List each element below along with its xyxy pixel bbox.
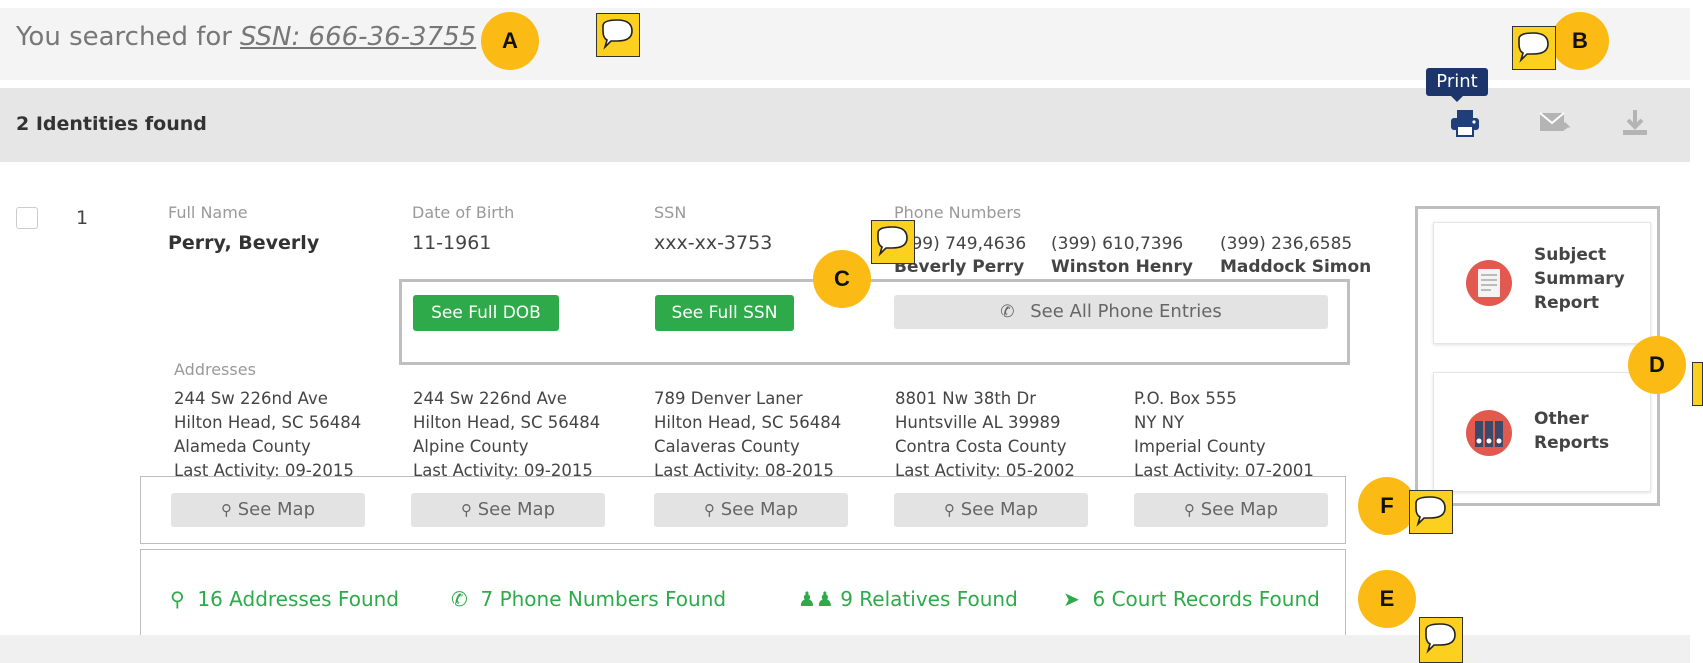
record-number: 1: [76, 207, 89, 229]
see-map-label: See Map: [237, 499, 316, 520]
search-summary: You searched for SSN: 666-36-3755: [16, 22, 476, 52]
address-city: NY NY: [1134, 413, 1185, 432]
phone-numbers-found-label: 7 Phone Numbers Found: [480, 587, 727, 611]
comment-bubble-icon[interactable]: [1409, 490, 1453, 534]
address-county: Alpine County: [413, 437, 529, 456]
see-all-phone-entries-label: See All Phone Entries: [1030, 301, 1222, 322]
see-map-button[interactable]: ⚲ See Map: [1134, 493, 1328, 527]
map-pin-icon: ⚲: [943, 501, 955, 519]
relatives-found-link[interactable]: ♟♟ 9 Relatives Found: [798, 587, 1018, 611]
report-document-icon: [1465, 259, 1513, 311]
search-query-link[interactable]: SSN: 666-36-3755: [240, 22, 476, 52]
see-full-ssn-button[interactable]: See Full SSN: [655, 295, 794, 331]
binders-icon: [1465, 409, 1513, 461]
record-checkbox[interactable]: [16, 207, 38, 229]
phone-owner-name: Winston Henry: [1051, 257, 1193, 277]
address-county: Imperial County: [1134, 437, 1266, 456]
ssn-label: SSN: [654, 203, 687, 222]
subject-summary-report-card[interactable]: Subject Summary Report: [1433, 222, 1651, 344]
address-street: 8801 Nw 38th Dr: [895, 389, 1036, 408]
report-label-line: Report: [1534, 293, 1599, 313]
address-city: Hilton Head, SC 56484: [413, 413, 601, 432]
address-city: Hilton Head, SC 56484: [174, 413, 362, 432]
address-card: P.O. Box 555 NY NY Imperial County Last …: [1134, 387, 1314, 483]
address-county: Contra Costa County: [895, 437, 1067, 456]
addresses-found-link[interactable]: ⚲ 16 Addresses Found: [170, 587, 399, 611]
phone-numbers-found-link[interactable]: ✆ 7 Phone Numbers Found: [451, 587, 726, 611]
annotation-marker-d: D: [1628, 336, 1686, 394]
map-pin-icon: ⚲: [220, 501, 232, 519]
see-map-label: See Map: [720, 499, 799, 520]
ssn-value: xxx-xx-3753: [654, 232, 773, 254]
map-pin-icon: ⚲: [1183, 501, 1195, 519]
address-city: Huntsville AL 39989: [895, 413, 1061, 432]
dob-label: Date of Birth: [412, 203, 515, 222]
email-icon[interactable]: [1539, 110, 1571, 142]
dob-value: 11-1961: [412, 232, 492, 254]
people-icon: ♟♟: [798, 587, 834, 611]
search-prefix: You searched for: [16, 22, 232, 52]
comment-bubble-icon[interactable]: [871, 220, 915, 264]
see-map-label: See Map: [960, 499, 1039, 520]
annotation-marker-a: A: [481, 12, 539, 70]
gavel-icon: ➤: [1063, 587, 1080, 611]
address-card: 244 Sw 226nd Ave Hilton Head, SC 56484 A…: [413, 387, 600, 483]
comment-bubble-icon[interactable]: [1512, 26, 1556, 70]
printer-icon[interactable]: [1449, 108, 1481, 142]
see-map-button[interactable]: ⚲ See Map: [654, 493, 848, 527]
full-name-label: Full Name: [168, 203, 248, 222]
subject-summary-report-label: Subject Summary Report: [1534, 243, 1625, 315]
download-icon[interactable]: [1620, 108, 1650, 142]
phone-owner-name: Maddock Simon: [1220, 257, 1372, 277]
address-card: 789 Denver Laner Hilton Head, SC 56484 C…: [654, 387, 841, 483]
report-label-line: Subject: [1534, 245, 1607, 265]
see-map-button[interactable]: ⚲ See Map: [171, 493, 365, 527]
addresses-found-label: 16 Addresses Found: [197, 587, 399, 611]
report-label-line: Other: [1534, 409, 1589, 429]
other-reports-card[interactable]: Other Reports: [1433, 372, 1651, 492]
see-map-button[interactable]: ⚲ See Map: [411, 493, 605, 527]
address-card: 244 Sw 226nd Ave Hilton Head, SC 56484 A…: [174, 387, 361, 483]
address-street: 244 Sw 226nd Ave: [413, 389, 567, 408]
address-card: 8801 Nw 38th Dr Huntsville AL 39989 Cont…: [895, 387, 1075, 483]
see-map-label: See Map: [477, 499, 556, 520]
relatives-found-label: 9 Relatives Found: [840, 587, 1018, 611]
full-name-value: Perry, Beverly: [168, 232, 320, 254]
see-all-phone-entries-button[interactable]: ✆ See All Phone Entries: [894, 295, 1328, 329]
address-street: P.O. Box 555: [1134, 389, 1237, 408]
annotation-marker-e: E: [1358, 570, 1416, 628]
addresses-label: Addresses: [174, 360, 256, 379]
address-street: 789 Denver Laner: [654, 389, 803, 408]
address-county: Calaveras County: [654, 437, 800, 456]
annotation-marker-f: F: [1358, 477, 1416, 535]
phone-number: (399) 610,7396: [1051, 234, 1184, 254]
report-label-line: Summary: [1534, 269, 1625, 289]
address-city: Hilton Head, SC 56484: [654, 413, 842, 432]
court-records-found-label: 6 Court Records Found: [1092, 587, 1320, 611]
comment-bubble-icon[interactable]: [596, 13, 640, 57]
see-map-label: See Map: [1200, 499, 1279, 520]
court-records-found-link[interactable]: ➤ 6 Court Records Found: [1063, 587, 1320, 611]
map-pin-icon: ⚲: [170, 587, 185, 611]
address-county: Alameda County: [174, 437, 311, 456]
see-full-dob-button[interactable]: See Full DOB: [413, 295, 559, 331]
annotation-marker-c: C: [813, 250, 871, 308]
phone-number: (399) 236,6585: [1220, 234, 1353, 254]
report-label-line: Reports: [1534, 433, 1610, 453]
results-count: 2 Identities found: [16, 113, 207, 135]
comment-bubble-icon[interactable]: [1692, 362, 1703, 406]
annotation-marker-b: B: [1551, 12, 1609, 70]
other-reports-label: Other Reports: [1534, 407, 1609, 455]
phone-icon: ✆: [451, 587, 468, 611]
print-tooltip: Print: [1426, 68, 1488, 102]
map-pin-icon: ⚲: [703, 501, 715, 519]
page-root: You searched for SSN: 666-36-3755 2 Ident…: [0, 0, 1703, 663]
comment-bubble-icon[interactable]: [1419, 617, 1463, 663]
map-pin-icon: ⚲: [460, 501, 472, 519]
phone-icon: ✆: [1000, 302, 1015, 322]
results-header: [0, 88, 1690, 162]
see-map-button[interactable]: ⚲ See Map: [894, 493, 1088, 527]
address-street: 244 Sw 226nd Ave: [174, 389, 328, 408]
